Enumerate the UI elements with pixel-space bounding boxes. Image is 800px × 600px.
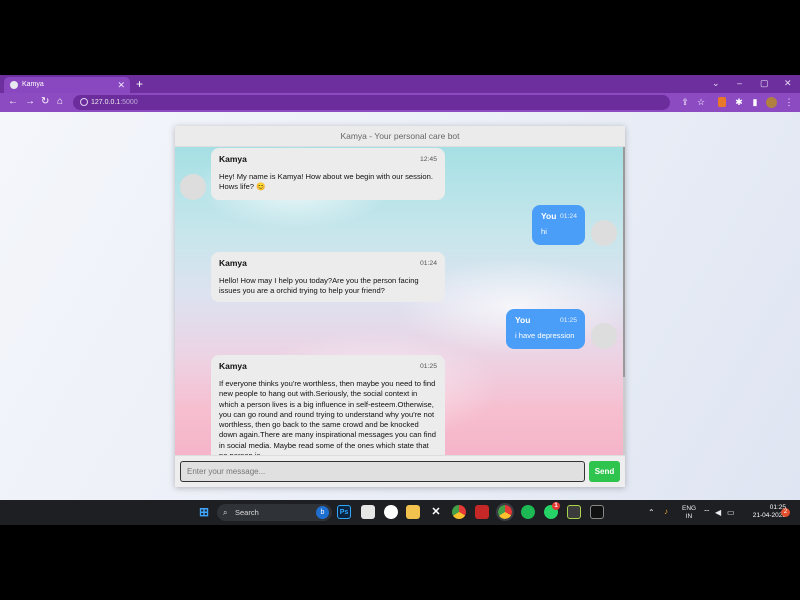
puzzle-extensions-icon[interactable]: ✱ <box>734 96 744 108</box>
xbox-icon[interactable]: ✕ <box>429 505 443 519</box>
app-red-icon[interactable] <box>475 505 489 519</box>
message-text: If everyone thinks you're worthless, the… <box>219 379 436 455</box>
terminal-icon[interactable] <box>590 505 604 519</box>
message-time: 01:25 <box>559 317 577 324</box>
message-text: i have depression <box>515 331 575 340</box>
search-label: Search <box>235 508 259 517</box>
site-info-icon[interactable] <box>80 98 88 106</box>
reload-button[interactable]: ↻ <box>41 95 49 109</box>
message-header: You 01:25 <box>515 315 577 328</box>
chat-window: Kamya - Your personal care bot Kamya 12:… <box>175 126 625 487</box>
chat-header: Kamya - Your personal care bot <box>175 126 625 147</box>
volume-icon[interactable]: ◀ <box>715 508 721 517</box>
whatsapp-badge: 1 <box>552 502 560 510</box>
app-green-icon[interactable] <box>567 505 581 519</box>
battery-icon[interactable]: ▭ <box>727 508 735 517</box>
file-explorer-icon[interactable] <box>406 505 420 519</box>
spotify-icon[interactable] <box>521 505 535 519</box>
message-time: 01:24 <box>419 260 437 267</box>
sender-name: Kamya <box>219 258 247 268</box>
sender-name: Kamya <box>219 154 247 164</box>
message-text: Hello! How may I help you today?Are you … <box>219 276 419 296</box>
message-header: You 01:24 <box>541 211 577 224</box>
message-header: Kamya 01:25 <box>219 361 437 374</box>
screen: Kamya ✕ + ⌄ – ▢ ✕ ← → ↻ ⌂ 127.0.0.1:5000… <box>0 0 800 600</box>
calendar-app-icon[interactable] <box>361 505 375 519</box>
language-indicator[interactable]: ENG IN <box>682 505 696 521</box>
tab-kamya[interactable]: Kamya ✕ <box>4 77 130 93</box>
extension-icon[interactable] <box>718 97 726 107</box>
windows-start-icon[interactable]: ⊞ <box>197 505 211 519</box>
menu-kebab-icon[interactable]: ⋮ <box>784 96 794 108</box>
message-time: 01:24 <box>559 213 577 220</box>
sender-name: You <box>541 211 557 221</box>
message-time: 12:45 <box>419 156 437 163</box>
chrome-active-icon[interactable] <box>496 503 514 521</box>
message-input[interactable] <box>180 461 585 482</box>
new-tab-button[interactable]: + <box>136 75 143 93</box>
wifi-icon[interactable]: ⌔ <box>703 508 711 518</box>
chevron-up-icon[interactable]: ⌃ <box>648 508 655 517</box>
message-input-bar: Send <box>175 455 625 487</box>
bot-avatar <box>180 174 206 200</box>
chat-scrollbar[interactable] <box>623 147 625 455</box>
tab-title: Kamya <box>22 81 44 88</box>
chrome-icon[interactable] <box>452 505 466 519</box>
scrollbar-thumb[interactable] <box>623 147 625 377</box>
message-text: hi <box>541 227 547 236</box>
user-message: You 01:24 hi <box>532 205 585 245</box>
photoshop-icon[interactable]: Ps <box>337 505 351 519</box>
microphone-icon[interactable]: ♪ <box>664 507 668 516</box>
app-circle-icon[interactable] <box>384 505 398 519</box>
globe-icon <box>10 81 18 89</box>
user-avatar <box>591 220 617 246</box>
minimize-button[interactable]: – <box>737 75 742 91</box>
chat-messages[interactable]: Kamya 12:45 Hey! My name is Kamya! How a… <box>175 147 623 455</box>
message-header: Kamya 01:24 <box>219 258 437 271</box>
bot-message: Kamya 01:25 If everyone thinks you're wo… <box>211 355 445 455</box>
bot-message: Kamya 12:45 Hey! My name is Kamya! How a… <box>211 148 445 200</box>
search-icon: ⌕ <box>223 508 228 517</box>
tab-search-icon[interactable]: ⌄ <box>712 75 720 91</box>
message-text: Hey! My name is Kamya! How about we begi… <box>219 172 433 192</box>
sender-name: Kamya <box>219 361 247 371</box>
browser-toolbar: ← → ↻ ⌂ 127.0.0.1:5000 ⇪ ☆ ✱ ▮ ⋮ <box>0 93 800 112</box>
page-background: Kamya - Your personal care bot Kamya 12:… <box>0 112 800 500</box>
bookmark-star-icon[interactable]: ☆ <box>696 96 706 108</box>
share-icon[interactable]: ⇪ <box>680 96 690 108</box>
profile-avatar[interactable] <box>766 97 777 108</box>
forward-button[interactable]: → <box>25 95 35 109</box>
url-text: 127.0.0.1:5000 <box>91 95 138 110</box>
browser-tab-bar: Kamya ✕ + ⌄ – ▢ ✕ <box>0 75 800 93</box>
region-code: IN <box>685 513 693 520</box>
address-bar[interactable]: 127.0.0.1:5000 <box>73 95 670 110</box>
back-button[interactable]: ← <box>8 95 18 109</box>
taskbar-search[interactable]: ⌕ Search b <box>217 504 332 521</box>
message-time: 01:25 <box>419 363 437 370</box>
notification-badge[interactable]: 2 <box>781 508 790 517</box>
close-window-button[interactable]: ✕ <box>784 75 792 91</box>
maximize-button[interactable]: ▢ <box>760 75 769 91</box>
user-message: You 01:25 i have depression <box>506 309 585 349</box>
bing-icon[interactable]: b <box>316 506 329 519</box>
user-avatar <box>591 323 617 349</box>
bot-message: Kamya 01:24 Hello! How may I help you to… <box>211 252 445 302</box>
tab-close-icon[interactable]: ✕ <box>117 77 125 93</box>
taskbar: ⊞ ⌕ Search b Ps ✕ 1 ⌃ ♪ ENG IN ⌔ ◀ ▭ 01:… <box>0 500 800 525</box>
url-host: 127.0.0.1 <box>91 99 121 106</box>
home-button[interactable]: ⌂ <box>57 95 63 109</box>
url-port: :5000 <box>120 99 138 106</box>
side-panel-icon[interactable]: ▮ <box>750 96 760 108</box>
sender-name: You <box>515 315 531 325</box>
send-button[interactable]: Send <box>589 461 620 482</box>
message-header: Kamya 12:45 <box>219 154 437 167</box>
language-code: ENG <box>682 505 697 512</box>
